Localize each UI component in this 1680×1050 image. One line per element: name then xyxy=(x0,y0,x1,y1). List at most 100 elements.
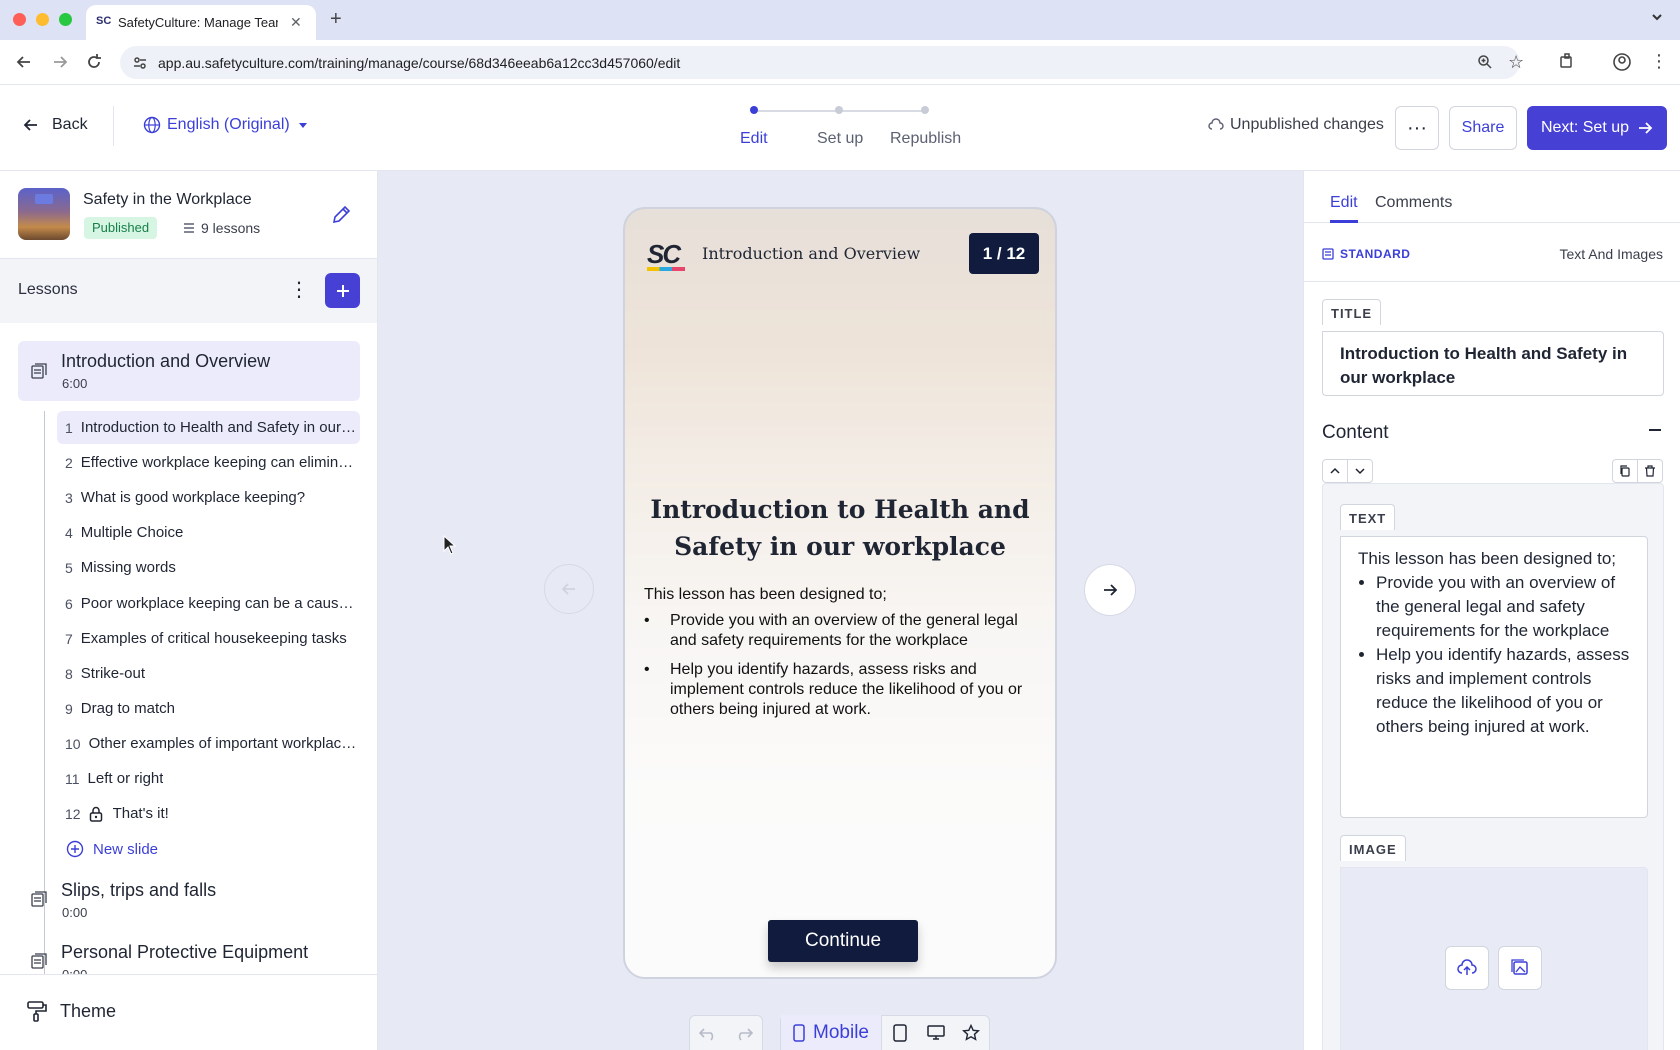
new-tab-icon[interactable]: + xyxy=(330,8,342,31)
language-select[interactable]: English (Original) xyxy=(143,116,310,134)
slide-item[interactable]: 1 Introduction to Health and Safety in ou… xyxy=(57,411,360,444)
next-slide-button[interactable] xyxy=(1084,564,1136,616)
tab-search-icon[interactable] xyxy=(1650,10,1664,24)
slide-title: Strike-out xyxy=(80,665,145,682)
slide-item[interactable]: 6 Poor workplace keeping can be a cause o… xyxy=(57,587,360,620)
slide-title: That's it! xyxy=(112,805,169,822)
extensions-icon[interactable] xyxy=(1558,52,1576,70)
device-label: Mobile xyxy=(813,1022,869,1043)
image-library-button[interactable] xyxy=(1498,946,1542,990)
close-window-button[interactable] xyxy=(13,13,26,26)
text-bullets: Provide you with an overview of the gene… xyxy=(1358,571,1635,739)
slide-item[interactable]: 7 Examples of critical housekeeping tasks xyxy=(57,622,360,655)
address-bar[interactable]: app.au.safetyculture.com/training/manage… xyxy=(120,46,1520,79)
ellipsis-icon: ··· xyxy=(1407,116,1427,139)
reload-icon[interactable] xyxy=(84,52,104,72)
title-input[interactable]: Introduction to Health and Safety in our… xyxy=(1322,331,1664,396)
slide-item[interactable]: 8 Strike-out xyxy=(57,657,360,690)
step-setup[interactable]: Set up xyxy=(817,130,863,148)
slide-title: Drag to match xyxy=(80,700,176,717)
unpublished-label: Unpublished changes xyxy=(1230,116,1384,133)
lessons-sidebar: Safety in the Workplace Published 9 less… xyxy=(0,171,378,1050)
upload-image-button[interactable] xyxy=(1445,946,1489,990)
globe-icon xyxy=(143,116,161,134)
maximize-window-button[interactable] xyxy=(59,13,72,26)
lesson-item-slips[interactable]: Slips, trips and falls 0:00 xyxy=(18,877,360,927)
theme-footer: Theme xyxy=(0,974,377,1050)
mobile-view-button[interactable]: Mobile xyxy=(781,1015,883,1050)
slide-properties-panel: Edit Comments STANDARD Text And Images T… xyxy=(1303,171,1680,1050)
lessons-count-label: 9 lessons xyxy=(201,220,261,236)
step-republish[interactable]: Republish xyxy=(890,130,961,148)
tab-edit[interactable]: Edit xyxy=(1330,194,1358,212)
slide-type-icon xyxy=(1322,248,1334,260)
mobile-slide-preview: SC Introduction and Overview 1 / 12 Intr… xyxy=(623,207,1057,979)
redo-icon[interactable] xyxy=(734,1025,754,1041)
bookmark-star-icon[interactable]: ☆ xyxy=(1508,52,1524,73)
next-setup-button[interactable]: Next: Set up xyxy=(1527,106,1667,150)
duplicate-block-button[interactable] xyxy=(1612,459,1638,483)
preview-canvas: SC Introduction and Overview 1 / 12 Intr… xyxy=(378,171,1303,1050)
slide-item[interactable]: 9 Drag to match xyxy=(57,692,360,725)
text-bullet: Help you identify hazards, assess risks … xyxy=(1376,643,1635,739)
browser-forward-icon[interactable] xyxy=(50,52,70,72)
undo-icon[interactable] xyxy=(698,1025,718,1041)
new-slide-button[interactable]: New slide xyxy=(66,840,158,858)
tablet-icon xyxy=(893,1024,907,1042)
zoom-icon[interactable] xyxy=(1477,54,1493,70)
content-block: TEXT This lesson has been designed to; P… xyxy=(1322,483,1664,1050)
lesson-icon xyxy=(31,891,47,907)
slide-number: 4 xyxy=(65,524,73,541)
cloud-icon xyxy=(1208,118,1224,130)
slide-item[interactable]: 4 Multiple Choice xyxy=(57,516,360,549)
panel-tabs: Edit Comments xyxy=(1304,171,1680,223)
browser-menu-icon[interactable]: ⋮ xyxy=(1650,52,1668,70)
lesson-title: Personal Protective Equipment xyxy=(61,942,309,962)
text-editor[interactable]: This lesson has been designed to; Provid… xyxy=(1340,536,1648,818)
browser-tab-strip: SC SafetyCulture: Manage Teams ✕ + xyxy=(0,0,1680,40)
favorite-view-button[interactable] xyxy=(953,1024,989,1042)
browser-toolbar: app.au.safetyculture.com/training/manage… xyxy=(0,40,1680,85)
slide-title: What is good workplace keeping? xyxy=(80,489,306,506)
slide-item[interactable]: 2 Effective workplace keeping can elimina… xyxy=(57,446,360,479)
tablet-view-button[interactable] xyxy=(882,1024,918,1042)
lesson-duration: 0:00 xyxy=(62,905,88,920)
add-lesson-button[interactable] xyxy=(325,273,360,308)
slide-item[interactable]: 5 Missing words xyxy=(57,551,360,584)
lesson-item-introduction[interactable]: Introduction and Overview 6:00 xyxy=(18,341,360,401)
lessons-menu-icon[interactable]: ⋮ xyxy=(289,277,309,302)
slide-item[interactable]: 3 What is good workplace keeping? xyxy=(57,481,360,514)
continue-button[interactable]: Continue xyxy=(768,920,918,962)
tab-comments[interactable]: Comments xyxy=(1375,194,1452,212)
profile-icon[interactable] xyxy=(1612,52,1632,72)
site-settings-icon[interactable] xyxy=(132,55,148,71)
lesson-icon xyxy=(31,363,47,379)
desktop-view-button[interactable] xyxy=(918,1025,954,1041)
step-edit[interactable]: Edit xyxy=(740,130,768,148)
arrow-right-icon xyxy=(1639,122,1653,134)
slide-item[interactable]: 11 Left or right xyxy=(57,762,360,795)
step-dot-edit xyxy=(750,106,758,114)
browser-back-icon[interactable] xyxy=(14,52,34,72)
plus-icon xyxy=(336,284,349,297)
close-tab-icon[interactable]: ✕ xyxy=(290,14,302,31)
back-button[interactable]: Back xyxy=(22,116,88,134)
slide-type-value[interactable]: Text And Images xyxy=(1559,246,1663,262)
slide-title: Left or right xyxy=(87,770,164,787)
slide-item[interactable]: 10 Other examples of important workplace … xyxy=(57,727,360,760)
mobile-icon xyxy=(793,1024,805,1042)
more-options-button[interactable]: ··· xyxy=(1395,106,1439,150)
move-down-button[interactable] xyxy=(1347,459,1373,483)
lesson-item-ppe[interactable]: Personal Protective Equipment 0:00 xyxy=(18,939,360,977)
slide-item[interactable]: 12 That's it! xyxy=(57,797,360,830)
minimize-window-button[interactable] xyxy=(36,13,49,26)
previous-slide-button[interactable] xyxy=(544,564,594,614)
share-button[interactable]: Share xyxy=(1449,106,1517,150)
browser-tab[interactable]: SC SafetyCulture: Manage Teams ✕ xyxy=(86,5,316,40)
edit-course-icon[interactable] xyxy=(330,204,352,226)
theme-button[interactable]: Theme xyxy=(26,1000,116,1022)
collapse-content-icon[interactable] xyxy=(1649,429,1661,431)
delete-block-button[interactable] xyxy=(1637,459,1663,483)
move-up-button[interactable] xyxy=(1322,459,1348,483)
image-dropzone[interactable] xyxy=(1340,867,1648,1050)
